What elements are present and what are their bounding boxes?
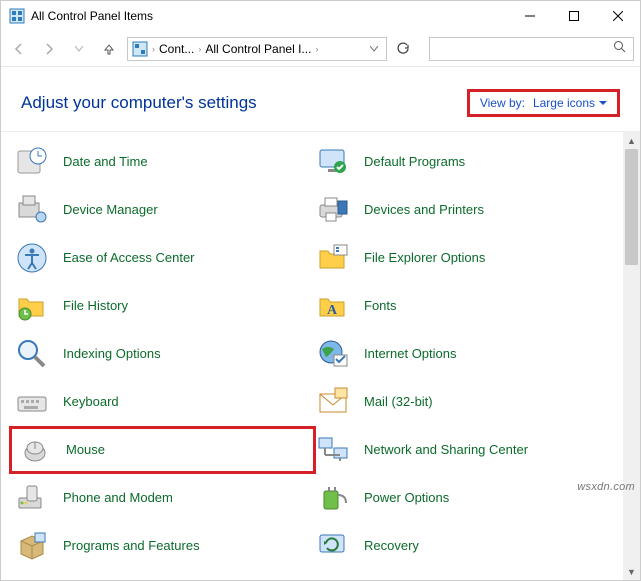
up-button[interactable] <box>97 37 121 61</box>
recent-dropdown[interactable] <box>67 37 91 61</box>
mouse-icon <box>18 433 52 467</box>
svg-text:A: A <box>327 303 338 318</box>
item-default-programs[interactable]: Default Programs <box>316 138 617 186</box>
view-by-value: Large icons <box>533 96 595 110</box>
item-label: Mouse <box>66 443 105 458</box>
globe-icon <box>316 337 350 371</box>
view-by-selector[interactable]: Large icons <box>533 96 607 110</box>
item-indexing-options[interactable]: Indexing Options <box>15 330 316 378</box>
item-mouse-highlight[interactable]: Mouse <box>9 426 316 474</box>
printer-icon <box>316 193 350 227</box>
item-file-history[interactable]: File History <box>15 282 316 330</box>
item-ease-of-access[interactable]: Ease of Access Center <box>15 234 316 282</box>
chevron-right-icon: › <box>198 44 201 54</box>
keyboard-icon <box>15 385 49 419</box>
item-device-manager[interactable]: Device Manager <box>15 186 316 234</box>
item-label: Devices and Printers <box>364 203 484 218</box>
forward-button[interactable] <box>37 37 61 61</box>
item-programs-and-features[interactable]: Programs and Features <box>15 522 316 570</box>
item-fonts[interactable]: A Fonts <box>316 282 617 330</box>
titlebar: All Control Panel Items <box>1 1 640 31</box>
back-button[interactable] <box>7 37 31 61</box>
scroll-thumb[interactable] <box>625 149 638 265</box>
item-recovery[interactable]: Recovery <box>316 522 617 570</box>
power-icon <box>316 481 350 515</box>
item-label: Fonts <box>364 299 397 314</box>
control-panel-icon <box>132 41 148 57</box>
item-label: Mail (32-bit) <box>364 395 433 410</box>
view-by-highlight: View by: Large icons <box>467 89 620 117</box>
box-icon <box>15 529 49 563</box>
clock-icon <box>15 145 49 179</box>
item-label: Power Options <box>364 491 449 506</box>
chevron-right-icon: › <box>315 44 318 54</box>
item-label: Keyboard <box>63 395 119 410</box>
item-label: Default Programs <box>364 155 465 170</box>
fonts-icon: A <box>316 289 350 323</box>
item-keyboard[interactable]: Keyboard <box>15 378 316 426</box>
item-label: Device Manager <box>63 203 158 218</box>
item-label: Programs and Features <box>63 539 200 554</box>
control-panel-icon <box>9 8 25 24</box>
item-file-explorer-options[interactable]: File Explorer Options <box>316 234 617 282</box>
view-by-label: View by: <box>480 96 525 110</box>
monitor-check-icon <box>316 145 350 179</box>
folder-history-icon <box>15 289 49 323</box>
envelope-icon <box>316 385 350 419</box>
recovery-icon <box>316 529 350 563</box>
nav-toolbar: › Cont... › All Control Panel I... › <box>1 31 640 67</box>
item-devices-and-printers[interactable]: Devices and Printers <box>316 186 617 234</box>
chevron-down-icon <box>599 101 607 106</box>
refresh-button[interactable] <box>391 37 415 61</box>
item-label: File Explorer Options <box>364 251 485 266</box>
content-area: Date and Time Default Programs Device Ma… <box>1 131 640 580</box>
item-label: Internet Options <box>364 347 457 362</box>
phone-modem-icon <box>15 481 49 515</box>
vertical-scrollbar[interactable]: ▲ ▼ <box>623 132 640 580</box>
item-mail[interactable]: Mail (32-bit) <box>316 378 617 426</box>
minimize-button[interactable] <box>508 1 552 31</box>
page-title: Adjust your computer's settings <box>21 93 467 113</box>
item-label: Date and Time <box>63 155 148 170</box>
page-header: Adjust your computer's settings View by:… <box>1 67 640 131</box>
address-dropdown-icon[interactable] <box>366 46 382 52</box>
item-label: Phone and Modem <box>63 491 173 506</box>
search-icon <box>613 40 627 57</box>
item-label: Network and Sharing Center <box>364 443 528 458</box>
accessibility-icon <box>15 241 49 275</box>
scroll-down-icon[interactable]: ▼ <box>627 563 636 580</box>
scroll-up-icon[interactable]: ▲ <box>627 132 636 149</box>
chevron-right-icon: › <box>152 44 155 54</box>
folder-options-icon <box>316 241 350 275</box>
search-input[interactable] <box>429 37 634 61</box>
maximize-button[interactable] <box>552 1 596 31</box>
item-label: Indexing Options <box>63 347 161 362</box>
breadcrumb-segment[interactable]: Cont... <box>159 42 194 56</box>
hardware-icon <box>15 193 49 227</box>
item-internet-options[interactable]: Internet Options <box>316 330 617 378</box>
address-bar[interactable]: › Cont... › All Control Panel I... › <box>127 37 387 61</box>
item-phone-and-modem[interactable]: Phone and Modem <box>15 474 316 522</box>
item-label: File History <box>63 299 128 314</box>
item-label: Recovery <box>364 539 419 554</box>
item-date-and-time[interactable]: Date and Time <box>15 138 316 186</box>
close-button[interactable] <box>596 1 640 31</box>
scroll-track[interactable] <box>623 149 640 563</box>
item-label: Ease of Access Center <box>63 251 195 266</box>
window-title: All Control Panel Items <box>31 9 508 23</box>
magnifier-icon <box>15 337 49 371</box>
watermark: wsxdn.com <box>577 481 635 493</box>
network-icon <box>316 433 350 467</box>
items-grid: Date and Time Default Programs Device Ma… <box>1 132 623 580</box>
item-network-sharing[interactable]: Network and Sharing Center <box>316 426 617 474</box>
breadcrumb-segment[interactable]: All Control Panel I... <box>205 42 311 56</box>
item-power-options[interactable]: Power Options <box>316 474 617 522</box>
